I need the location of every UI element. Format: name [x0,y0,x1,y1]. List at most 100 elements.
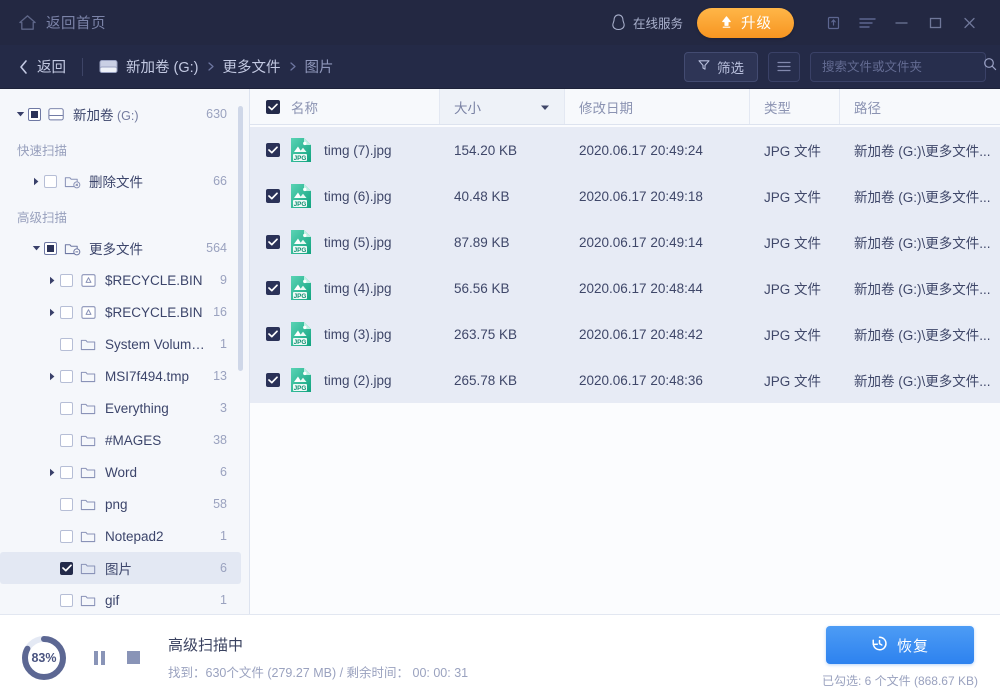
sidebar-node-7-count: 3 [220,401,227,415]
breadcrumb-item-2[interactable]: 图片 [305,56,334,77]
sidebar-node-10[interactable]: png58 [0,488,241,520]
scan-status-detail: 找到：630个文件 (279.27 MB) / 剩余时间： 00: 00: 31 [168,662,468,681]
row-checkbox[interactable] [266,373,280,387]
recover-button[interactable]: 恢复 [826,626,974,664]
menu-button[interactable] [850,7,884,39]
maximize-button[interactable] [918,7,952,39]
pause-button[interactable] [86,645,112,671]
cell-date: 2020.06.17 20:49:24 [565,127,750,173]
sidebar-node-2[interactable]: 更多文件564 [0,232,241,264]
sidebar-node-list: 新加卷 (G:)630快速扫描删除文件66高级扫描更多文件564$RECYCLE… [0,98,249,614]
chevron-left-icon [18,59,29,75]
svg-text:JPG: JPG [294,201,307,208]
sidebar-node-9-checkbox[interactable] [60,466,73,479]
breadcrumb-item-1[interactable]: 更多文件 [223,56,281,77]
folder-icon [80,529,97,544]
folder-icon [80,433,97,448]
row-checkbox[interactable] [266,189,280,203]
minimize-button[interactable] [884,7,918,39]
table-row[interactable]: JPGtimg (6).jpg40.48 KB2020.06.17 20:49:… [250,173,1000,219]
sidebar-node-9[interactable]: Word6 [0,456,241,488]
close-icon [962,16,977,30]
sidebar-node-7[interactable]: Everything3 [0,392,241,424]
row-checkbox[interactable] [266,281,280,295]
sidebar-node-6-twisty[interactable] [44,372,60,381]
row-checkbox[interactable] [266,327,280,341]
sidebar-node-1[interactable]: 删除文件66 [0,165,241,197]
table-body: JPGtimg (7).jpg154.20 KB2020.06.17 20:49… [250,125,1000,614]
feedback-button[interactable] [816,7,850,39]
svg-text:JPG: JPG [294,385,307,392]
sidebar-node-12[interactable]: 图片6 [0,552,241,584]
column-header-name[interactable]: 名称 [250,89,440,124]
table-row[interactable]: JPGtimg (2).jpg265.78 KB2020.06.17 20:48… [250,357,1000,403]
column-header-size[interactable]: 大小 [440,89,565,124]
home-label: 返回首页 [46,12,106,33]
search-box[interactable] [810,52,986,82]
sidebar-node-3[interactable]: $RECYCLE.BIN9 [0,264,241,296]
sidebar-node-6-checkbox[interactable] [60,370,73,383]
column-header-date[interactable]: 修改日期 [565,89,750,124]
sidebar-node-5[interactable]: System Volume Inf...1 [0,328,241,360]
sidebar-node-13[interactable]: gif1 [0,584,241,614]
sidebar-node-3-count: 9 [220,273,227,287]
select-all-checkbox[interactable] [266,100,280,114]
column-header-path[interactable]: 路径 [840,89,1000,124]
sidebar-node-7-checkbox[interactable] [60,402,73,415]
list-view-button[interactable] [768,52,800,82]
sidebar-node-12-checkbox[interactable] [60,562,73,575]
sidebar-node-4-checkbox[interactable] [60,306,73,319]
sidebar-node-13-checkbox[interactable] [60,594,73,607]
sidebar-node-5-checkbox[interactable] [60,338,73,351]
breadcrumb-item-0[interactable]: 新加卷 (G:) [126,56,199,77]
sidebar-node-3-twisty[interactable] [44,276,60,285]
pause-icon-bar-1 [94,651,98,665]
sidebar-node-0-twisty[interactable] [12,110,28,118]
search-input[interactable] [822,60,983,74]
search-icon[interactable] [983,57,997,76]
row-checkbox[interactable] [266,235,280,249]
table-row[interactable]: JPGtimg (5).jpg87.89 KB2020.06.17 20:49:… [250,219,1000,265]
row-checkbox[interactable] [266,143,280,157]
sidebar-node-1-checkbox[interactable] [44,175,57,188]
stop-button[interactable] [120,645,146,671]
chevron-right-icon-2 [290,62,296,71]
table-row[interactable]: JPGtimg (4).jpg56.56 KB2020.06.17 20:48:… [250,265,1000,311]
filter-button[interactable]: 筛选 [684,52,758,82]
sidebar-scrollbar[interactable] [238,106,243,371]
sidebar-node-10-checkbox[interactable] [60,498,73,511]
sidebar-node-1-twisty[interactable] [28,177,44,186]
online-service-button[interactable]: 在线服务 [610,13,683,32]
cell-type: JPG 文件 [750,173,840,219]
column-header-size-label: 大小 [454,97,481,117]
table-row[interactable]: JPGtimg (3).jpg263.75 KB2020.06.17 20:48… [250,311,1000,357]
sidebar-node-0-checkbox[interactable] [28,108,41,121]
cell-type: JPG 文件 [750,219,840,265]
sidebar-node-8[interactable]: #MAGES38 [0,424,241,456]
upgrade-button[interactable]: 升级 [697,8,794,38]
cell-type: JPG 文件 [750,311,840,357]
sidebar-node-2-count: 564 [206,241,227,255]
back-button[interactable]: 返回 [18,56,66,77]
sidebar-node-6[interactable]: MSI7f494.tmp13 [0,360,241,392]
sidebar-node-2-twisty[interactable] [28,244,44,252]
table-row[interactable]: JPGtimg (7).jpg154.20 KB2020.06.17 20:49… [250,127,1000,173]
sidebar-node-3-checkbox[interactable] [60,274,73,287]
folder-icon [80,337,97,352]
home-button[interactable]: 返回首页 [18,12,106,33]
triangle-down-icon[interactable] [540,99,550,114]
sidebar-node-11[interactable]: Notepad21 [0,520,241,552]
column-header-type[interactable]: 类型 [750,89,840,124]
sidebar-node-4[interactable]: $RECYCLE.BIN16 [0,296,241,328]
svg-text:JPG: JPG [294,293,307,300]
close-button[interactable] [952,7,986,39]
breadcrumb-bar: 返回 新加卷 (G:) 更多文件 图片 筛选 [0,45,1000,89]
sidebar-node-9-twisty[interactable] [44,468,60,477]
column-header-date-label: 修改日期 [579,97,633,117]
sidebar-node-0[interactable]: 新加卷 (G:)630 [0,98,241,130]
sidebar-node-8-checkbox[interactable] [60,434,73,447]
sidebar-node-11-checkbox[interactable] [60,530,73,543]
twisty-right-icon [48,468,56,477]
sidebar-node-2-checkbox[interactable] [44,242,57,255]
sidebar-node-4-twisty[interactable] [44,308,60,317]
